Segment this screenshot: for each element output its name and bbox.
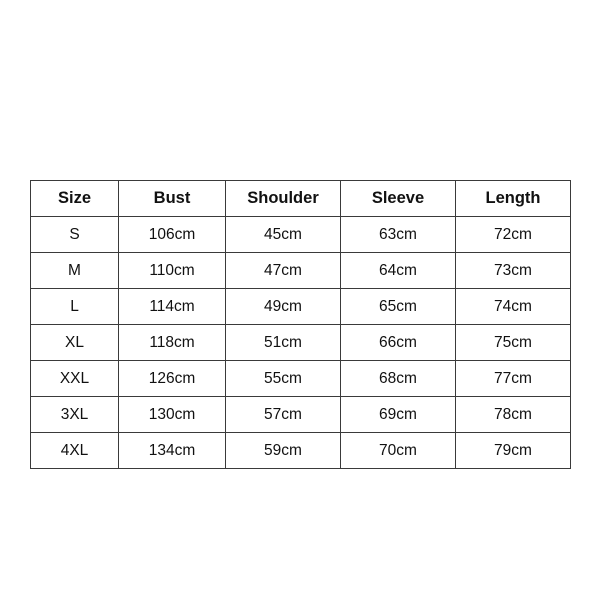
cell-length: 74cm	[455, 288, 571, 325]
table-body: S 106cm 45cm 63cm 72cm M 110cm 47cm 64cm…	[30, 216, 571, 469]
column-header-bust: Bust	[118, 180, 226, 217]
table-row: 3XL 130cm 57cm 69cm 78cm	[30, 396, 571, 433]
cell-size: 4XL	[30, 432, 119, 469]
table-header: Size Bust Shoulder Sleeve Length	[30, 180, 571, 217]
cell-length: 72cm	[455, 216, 571, 253]
cell-sleeve: 70cm	[340, 432, 456, 469]
cell-sleeve: 64cm	[340, 252, 456, 289]
cell-sleeve: 69cm	[340, 396, 456, 433]
cell-length: 78cm	[455, 396, 571, 433]
cell-bust: 130cm	[118, 396, 226, 433]
table-row: L 114cm 49cm 65cm 74cm	[30, 288, 571, 325]
cell-size: XL	[30, 324, 119, 361]
cell-shoulder: 57cm	[225, 396, 341, 433]
cell-length: 79cm	[455, 432, 571, 469]
cell-sleeve: 65cm	[340, 288, 456, 325]
cell-length: 73cm	[455, 252, 571, 289]
cell-size: S	[30, 216, 119, 253]
table-row: XXL 126cm 55cm 68cm 77cm	[30, 360, 571, 397]
cell-shoulder: 51cm	[225, 324, 341, 361]
column-header-size: Size	[30, 180, 119, 217]
cell-bust: 106cm	[118, 216, 226, 253]
cell-sleeve: 63cm	[340, 216, 456, 253]
cell-shoulder: 45cm	[225, 216, 341, 253]
table-row: S 106cm 45cm 63cm 72cm	[30, 216, 571, 253]
column-header-shoulder: Shoulder	[225, 180, 341, 217]
cell-sleeve: 68cm	[340, 360, 456, 397]
cell-bust: 126cm	[118, 360, 226, 397]
cell-bust: 110cm	[118, 252, 226, 289]
cell-bust: 118cm	[118, 324, 226, 361]
page-root: Size Bust Shoulder Sleeve Length S 106cm…	[0, 0, 600, 600]
table-row: M 110cm 47cm 64cm 73cm	[30, 252, 571, 289]
size-chart-table: Size Bust Shoulder Sleeve Length S 106cm…	[30, 180, 571, 469]
column-header-length: Length	[455, 180, 571, 217]
cell-size: M	[30, 252, 119, 289]
cell-length: 77cm	[455, 360, 571, 397]
cell-size: L	[30, 288, 119, 325]
table-header-row: Size Bust Shoulder Sleeve Length	[30, 180, 571, 217]
cell-bust: 114cm	[118, 288, 226, 325]
column-header-sleeve: Sleeve	[340, 180, 456, 217]
cell-size: XXL	[30, 360, 119, 397]
cell-shoulder: 49cm	[225, 288, 341, 325]
table-row: XL 118cm 51cm 66cm 75cm	[30, 324, 571, 361]
cell-bust: 134cm	[118, 432, 226, 469]
cell-shoulder: 55cm	[225, 360, 341, 397]
cell-shoulder: 59cm	[225, 432, 341, 469]
cell-sleeve: 66cm	[340, 324, 456, 361]
table-row: 4XL 134cm 59cm 70cm 79cm	[30, 432, 571, 469]
size-chart-container: Size Bust Shoulder Sleeve Length S 106cm…	[30, 180, 571, 469]
cell-length: 75cm	[455, 324, 571, 361]
cell-shoulder: 47cm	[225, 252, 341, 289]
cell-size: 3XL	[30, 396, 119, 433]
